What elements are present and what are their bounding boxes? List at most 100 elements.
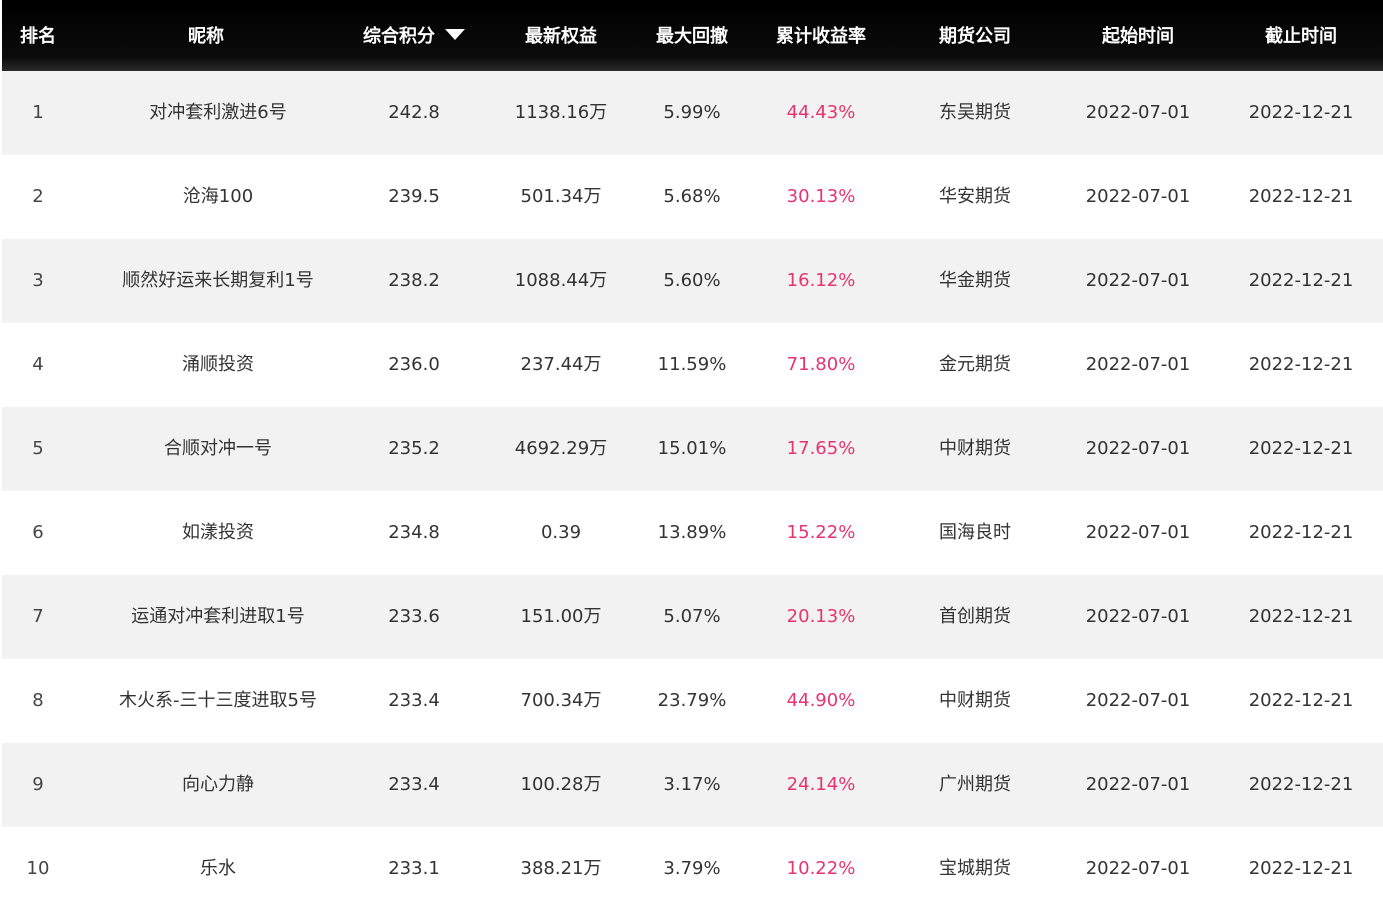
table-row[interactable]: 7 运通对冲套利进取1号 233.6 151.00万 5.07% 20.13% 首创期货 20… bbox=[2, 575, 1383, 659]
drawdown-cell: 13.89% bbox=[657, 522, 727, 543]
start-date-cell: 2022-07-01 bbox=[1085, 438, 1191, 459]
table-body: 1 对冲套利激进6号 242.8 1138.16万 5.99% 44.43% 东吴期货 202… bbox=[2, 71, 1383, 911]
equity-cell: 1088.44万 bbox=[514, 270, 608, 291]
drawdown-cell: 5.68% bbox=[663, 186, 721, 207]
equity-cell: 388.21万 bbox=[520, 858, 602, 879]
table-header: 排名 昵称 综合积分 最新权益 最大回撤 累计收益率 期货公司 起始时间 截止时… bbox=[2, 0, 1383, 71]
return-cell: 24.14% bbox=[786, 774, 856, 795]
rank-cell: 1 bbox=[32, 102, 44, 123]
end-date-cell: 2022-12-21 bbox=[1248, 354, 1354, 375]
score-cell: 234.8 bbox=[388, 522, 440, 543]
rank-cell: 4 bbox=[32, 354, 44, 375]
table-row[interactable]: 9 向心力静 233.4 100.28万 3.17% 24.14% 广州期货 2022-07-… bbox=[2, 743, 1383, 827]
start-date-cell: 2022-07-01 bbox=[1085, 270, 1191, 291]
drawdown-cell: 15.01% bbox=[657, 438, 727, 459]
company-cell: 中财期货 bbox=[939, 690, 1011, 711]
name-cell: 顺然好运来长期复利1号 bbox=[122, 270, 314, 291]
rank-cell: 2 bbox=[32, 186, 44, 207]
ranking-table: 排名 昵称 综合积分 最新权益 最大回撤 累计收益率 期货公司 起始时间 截止时… bbox=[2, 0, 1383, 913]
name-cell: 如漾投资 bbox=[182, 522, 254, 543]
rank-cell: 6 bbox=[32, 522, 44, 543]
drawdown-cell: 5.07% bbox=[663, 606, 721, 627]
end-date-cell: 2022-12-21 bbox=[1248, 606, 1354, 627]
end-date-cell: 2022-12-21 bbox=[1248, 690, 1354, 711]
header-company[interactable]: 期货公司 bbox=[894, 0, 1056, 71]
return-cell: 16.12% bbox=[786, 270, 856, 291]
table-row[interactable]: 10 乐水 233.1 388.21万 3.79% 10.22% 宝城期货 2022-07-0… bbox=[2, 827, 1383, 911]
end-date-cell: 2022-12-21 bbox=[1248, 522, 1354, 543]
rank-cell: 7 bbox=[32, 606, 44, 627]
start-date-cell: 2022-07-01 bbox=[1085, 606, 1191, 627]
equity-cell: 700.34万 bbox=[520, 690, 602, 711]
header-equity[interactable]: 最新权益 bbox=[486, 0, 636, 71]
return-cell: 15.22% bbox=[786, 522, 856, 543]
equity-cell: 237.44万 bbox=[520, 354, 602, 375]
start-date-cell: 2022-07-01 bbox=[1085, 354, 1191, 375]
return-cell: 10.22% bbox=[786, 858, 856, 879]
score-cell: 236.0 bbox=[388, 354, 440, 375]
end-date-cell: 2022-12-21 bbox=[1248, 774, 1354, 795]
header-start-date[interactable]: 起始时间 bbox=[1056, 0, 1220, 71]
start-date-cell: 2022-07-01 bbox=[1085, 186, 1191, 207]
company-cell: 首创期货 bbox=[939, 606, 1011, 627]
drawdown-cell: 5.60% bbox=[663, 270, 721, 291]
end-date-cell: 2022-12-21 bbox=[1248, 858, 1354, 879]
equity-cell: 0.39 bbox=[540, 522, 582, 543]
drawdown-cell: 3.17% bbox=[663, 774, 721, 795]
score-cell: 238.2 bbox=[388, 270, 440, 291]
equity-cell: 100.28万 bbox=[520, 774, 602, 795]
header-score-label: 综合积分 bbox=[363, 26, 435, 47]
end-date-cell: 2022-12-21 bbox=[1248, 102, 1354, 123]
company-cell: 宝城期货 bbox=[939, 858, 1011, 879]
rank-cell: 8 bbox=[32, 690, 44, 711]
header-score[interactable]: 综合积分 bbox=[342, 0, 486, 71]
table-row[interactable]: 4 涌顺投资 236.0 237.44万 11.59% 71.80% 金元期货 2022-07… bbox=[2, 323, 1383, 407]
start-date-cell: 2022-07-01 bbox=[1085, 522, 1191, 543]
table-row[interactable]: 5 合顺对冲一号 235.2 4692.29万 15.01% 17.65% 中财期货 2022… bbox=[2, 407, 1383, 491]
name-cell: 木火系-三十三度进取5号 bbox=[119, 690, 317, 711]
name-cell: 乐水 bbox=[200, 858, 236, 879]
drawdown-cell: 23.79% bbox=[657, 690, 727, 711]
header-drawdown[interactable]: 最大回撤 bbox=[636, 0, 748, 71]
name-cell: 对冲套利激进6号 bbox=[149, 102, 287, 123]
caret-down-icon[interactable] bbox=[445, 29, 465, 40]
end-date-cell: 2022-12-21 bbox=[1248, 270, 1354, 291]
rank-cell: 3 bbox=[32, 270, 44, 291]
rank-cell: 5 bbox=[32, 438, 44, 459]
equity-cell: 1138.16万 bbox=[514, 102, 608, 123]
equity-cell: 4692.29万 bbox=[514, 438, 608, 459]
return-cell: 44.43% bbox=[786, 102, 856, 123]
score-cell: 233.4 bbox=[388, 774, 440, 795]
name-cell: 向心力静 bbox=[182, 774, 254, 795]
score-cell: 233.6 bbox=[388, 606, 440, 627]
header-name[interactable]: 昵称 bbox=[94, 0, 318, 71]
return-cell: 30.13% bbox=[786, 186, 856, 207]
return-cell: 71.80% bbox=[786, 354, 856, 375]
table-row[interactable]: 8 木火系-三十三度进取5号 233.4 700.34万 23.79% 44.90% 中财期… bbox=[2, 659, 1383, 743]
score-cell: 235.2 bbox=[388, 438, 440, 459]
name-cell: 合顺对冲一号 bbox=[164, 438, 272, 459]
equity-cell: 151.00万 bbox=[520, 606, 602, 627]
end-date-cell: 2022-12-21 bbox=[1248, 186, 1354, 207]
header-rank[interactable]: 排名 bbox=[2, 0, 74, 71]
company-cell: 国海良时 bbox=[939, 522, 1011, 543]
drawdown-cell: 5.99% bbox=[663, 102, 721, 123]
return-cell: 17.65% bbox=[786, 438, 856, 459]
table-row[interactable]: 3 顺然好运来长期复利1号 238.2 1088.44万 5.60% 16.12% 华金期货… bbox=[2, 239, 1383, 323]
score-cell: 242.8 bbox=[388, 102, 440, 123]
start-date-cell: 2022-07-01 bbox=[1085, 102, 1191, 123]
table-row[interactable]: 1 对冲套利激进6号 242.8 1138.16万 5.99% 44.43% 东吴期货 202… bbox=[2, 71, 1383, 155]
company-cell: 华安期货 bbox=[939, 186, 1011, 207]
header-end-date[interactable]: 截止时间 bbox=[1220, 0, 1382, 71]
return-cell: 20.13% bbox=[786, 606, 856, 627]
start-date-cell: 2022-07-01 bbox=[1085, 774, 1191, 795]
table-row[interactable]: 6 如漾投资 234.8 0.39 13.89% 15.22% 国海良时 2022-07-01… bbox=[2, 491, 1383, 575]
score-cell: 233.1 bbox=[388, 858, 440, 879]
table-row[interactable]: 2 沧海100 239.5 501.34万 5.68% 30.13% 华安期货 2022-07… bbox=[2, 155, 1383, 239]
header-return[interactable]: 累计收益率 bbox=[748, 0, 894, 71]
rank-cell: 10 bbox=[26, 858, 50, 879]
end-date-cell: 2022-12-21 bbox=[1248, 438, 1354, 459]
equity-cell: 501.34万 bbox=[520, 186, 602, 207]
name-cell: 运通对冲套利进取1号 bbox=[131, 606, 305, 627]
name-cell: 涌顺投资 bbox=[182, 354, 254, 375]
